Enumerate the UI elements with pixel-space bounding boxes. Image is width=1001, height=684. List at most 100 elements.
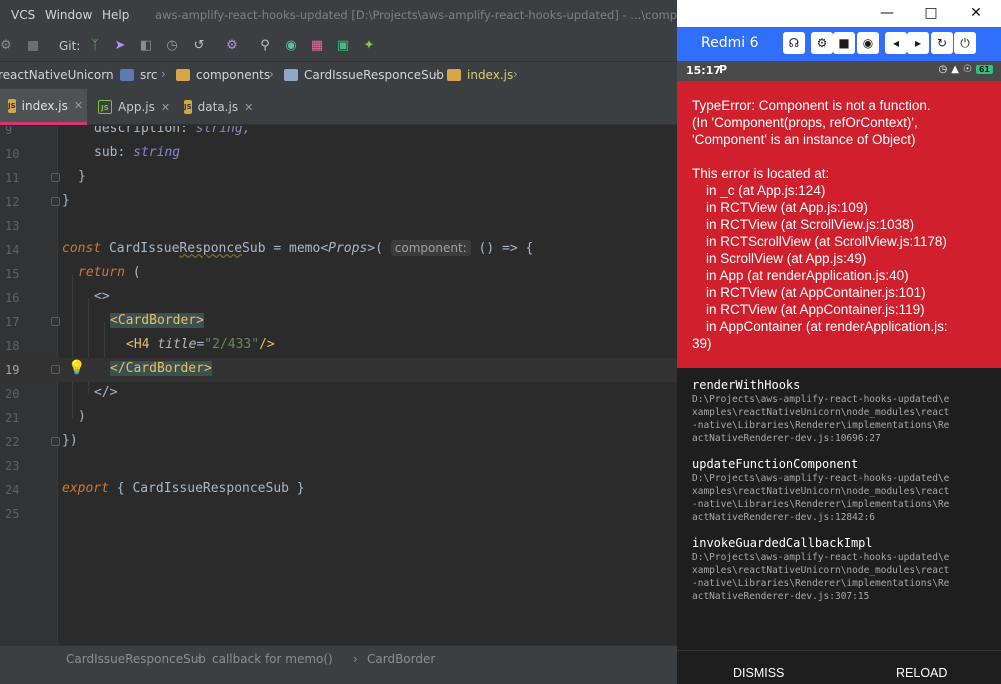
code-text: <H4 title="2/433"/> [126,337,275,352]
component-frame: in RCTView (at AppContainer.js:101) [706,285,926,300]
code-text: ) [78,409,86,424]
chevron-right-icon: › [513,67,518,81]
code-line: 17 <CardBorder> [0,310,677,334]
editor-breadcrumb: CardIssueResponceSub › callback for memo… [0,645,677,684]
lightbulb-icon[interactable]: 💡 [68,360,85,376]
stack-frame-path: D:\Projects\aws-amplify-react-hooks-upda… [692,473,950,523]
close-icon[interactable]: ✕ [74,99,83,112]
line-number: 22 [5,435,20,449]
structure-icon[interactable]: ▦ [309,38,325,54]
component-frame: in RCTView (at AppContainer.js:119) [706,302,925,317]
code-editor[interactable]: 9 description: string, 10 sub: string 11… [0,126,677,645]
settings-icon[interactable]: ⚙ [811,32,833,54]
fold-icon[interactable] [51,173,60,182]
plugin-icon[interactable]: ◉ [283,38,299,54]
code-text: description: string, [94,126,251,136]
stack-frame[interactable]: renderWithHooks D:\Projects\aws-amplify-… [692,377,987,445]
menu-vcs[interactable]: VCS [11,8,35,22]
stack-frame-name: renderWithHooks [692,378,801,392]
line-number: 17 [5,315,20,329]
code-line: 14 const CardIssueResponceSub = memo<Pro… [0,238,677,262]
fold-icon[interactable] [51,437,60,446]
line-number: 13 [5,219,20,233]
minimize-icon[interactable]: — [877,3,897,23]
stack-trace[interactable]: renderWithHooks D:\Projects\aws-amplify-… [677,368,1001,650]
breadcrumb: reactNativeUnicorn › src › components › … [0,61,677,89]
battery-icon: 61 [975,65,993,74]
code-text: }) [62,433,78,448]
component-frame-tail: 39) [692,336,712,351]
crumb-component[interactable]: CardIssueResponceSub [66,652,206,666]
component-frame: in RCTView (at ScrollView.js:1038) [706,217,915,232]
close-icon[interactable]: ✕ [966,3,986,23]
code-text: } [62,193,70,208]
error-title: TypeError: Component is not a function. … [692,98,931,147]
folder-src-icon [120,69,134,81]
search-icon[interactable]: ⚲ [257,38,273,54]
rotate-icon[interactable]: ↻ [931,32,953,54]
status-icons: ◷ ▲ ☉ 61 [938,64,993,75]
camera-icon[interactable]: ◉ [857,32,879,54]
crumb-components[interactable]: components [196,68,270,82]
tab-app-js[interactable]: JS App.js ✕ [90,89,182,125]
git-push-icon[interactable]: ➤ [112,38,128,54]
fold-icon[interactable] [51,317,60,326]
maximize-icon[interactable]: □ [921,3,941,23]
reload-button[interactable]: RELOAD [896,666,947,680]
close-icon[interactable]: ✕ [244,101,253,114]
close-icon[interactable]: ✕ [161,101,170,114]
volume-up-icon[interactable]: ▸ [907,32,929,54]
menu-help[interactable]: Help [102,8,129,22]
code-text: </> [94,385,118,400]
puzzle-icon[interactable]: ✦ [361,38,377,54]
stack-frame-name: invokeGuardedCallbackImpl [692,536,873,550]
line-number: 16 [5,291,20,305]
component-frame: in _c (at App.js:124) [706,183,826,198]
git-compare-icon[interactable]: ◧ [138,38,154,54]
settings-icon[interactable]: ⚙ [224,38,240,54]
tab-data-js[interactable]: JS data.js ✕ [176,89,256,125]
folder-icon [284,69,298,81]
code-text: return ( [78,265,141,280]
git-update-icon[interactable]: ᛉ [87,38,103,54]
dismiss-button[interactable]: DISMISS [733,666,784,680]
debug-icon[interactable]: ⚙ [0,38,14,54]
stack-frame[interactable]: updateFunctionComponent D:\Projects\aws-… [692,456,987,524]
chevron-right-icon: › [197,652,202,666]
fold-icon[interactable] [51,197,60,206]
chevron-right-icon: › [105,67,110,81]
power-icon[interactable]: ⏻ [954,32,976,54]
stop-icon[interactable] [25,38,41,54]
git-rollback-icon[interactable]: ↺ [191,38,207,54]
device-toolbar: Redmi 6 ☊ ⚙ ■ ◉ ◂ ▸ ↻ ⏻ [677,27,1001,61]
line-number: 11 [5,171,20,185]
db-icon[interactable]: ▣ [335,38,351,54]
code-line: 23 [0,454,677,478]
video-icon[interactable]: ■ [833,32,855,54]
menu-window[interactable]: Window [45,8,92,22]
line-number: 18 [5,339,20,353]
signal-icon: ▲ [951,64,959,75]
folder-icon [176,69,190,81]
code-line: 22 }) [0,430,677,454]
volume-down-icon[interactable]: ◂ [885,32,907,54]
chevron-right-icon: › [161,67,166,81]
crumb-cardborder[interactable]: CardBorder [367,652,435,666]
git-history-icon[interactable]: ◷ [164,38,180,54]
error-located-header: This error is located at: [692,166,830,181]
crumb-src[interactable]: src [140,68,158,82]
crumb-project[interactable]: reactNativeUnicorn [0,68,114,82]
android-status-bar: 15:17 P ◷ ▲ ☉ 61 [677,61,1001,81]
crumb-callback[interactable]: callback for memo() [212,652,333,666]
crumb-card-issue[interactable]: CardIssueResponceSub [304,68,444,82]
device-name: Redmi 6 [701,35,759,51]
error-redbox[interactable]: TypeError: Component is not a function. … [677,81,1001,368]
stack-frame[interactable]: invokeGuardedCallbackImpl D:\Projects\aw… [692,535,987,603]
alarm-icon: ◷ [938,64,948,75]
crumb-file[interactable]: index.js [467,68,513,82]
notification-p-icon: P [719,63,728,76]
tab-index-js[interactable]: JS index.js ✕ [0,89,87,125]
fold-icon[interactable] [51,365,60,374]
headphones-icon[interactable]: ☊ [783,32,805,54]
tab-label: index.js [21,98,68,113]
